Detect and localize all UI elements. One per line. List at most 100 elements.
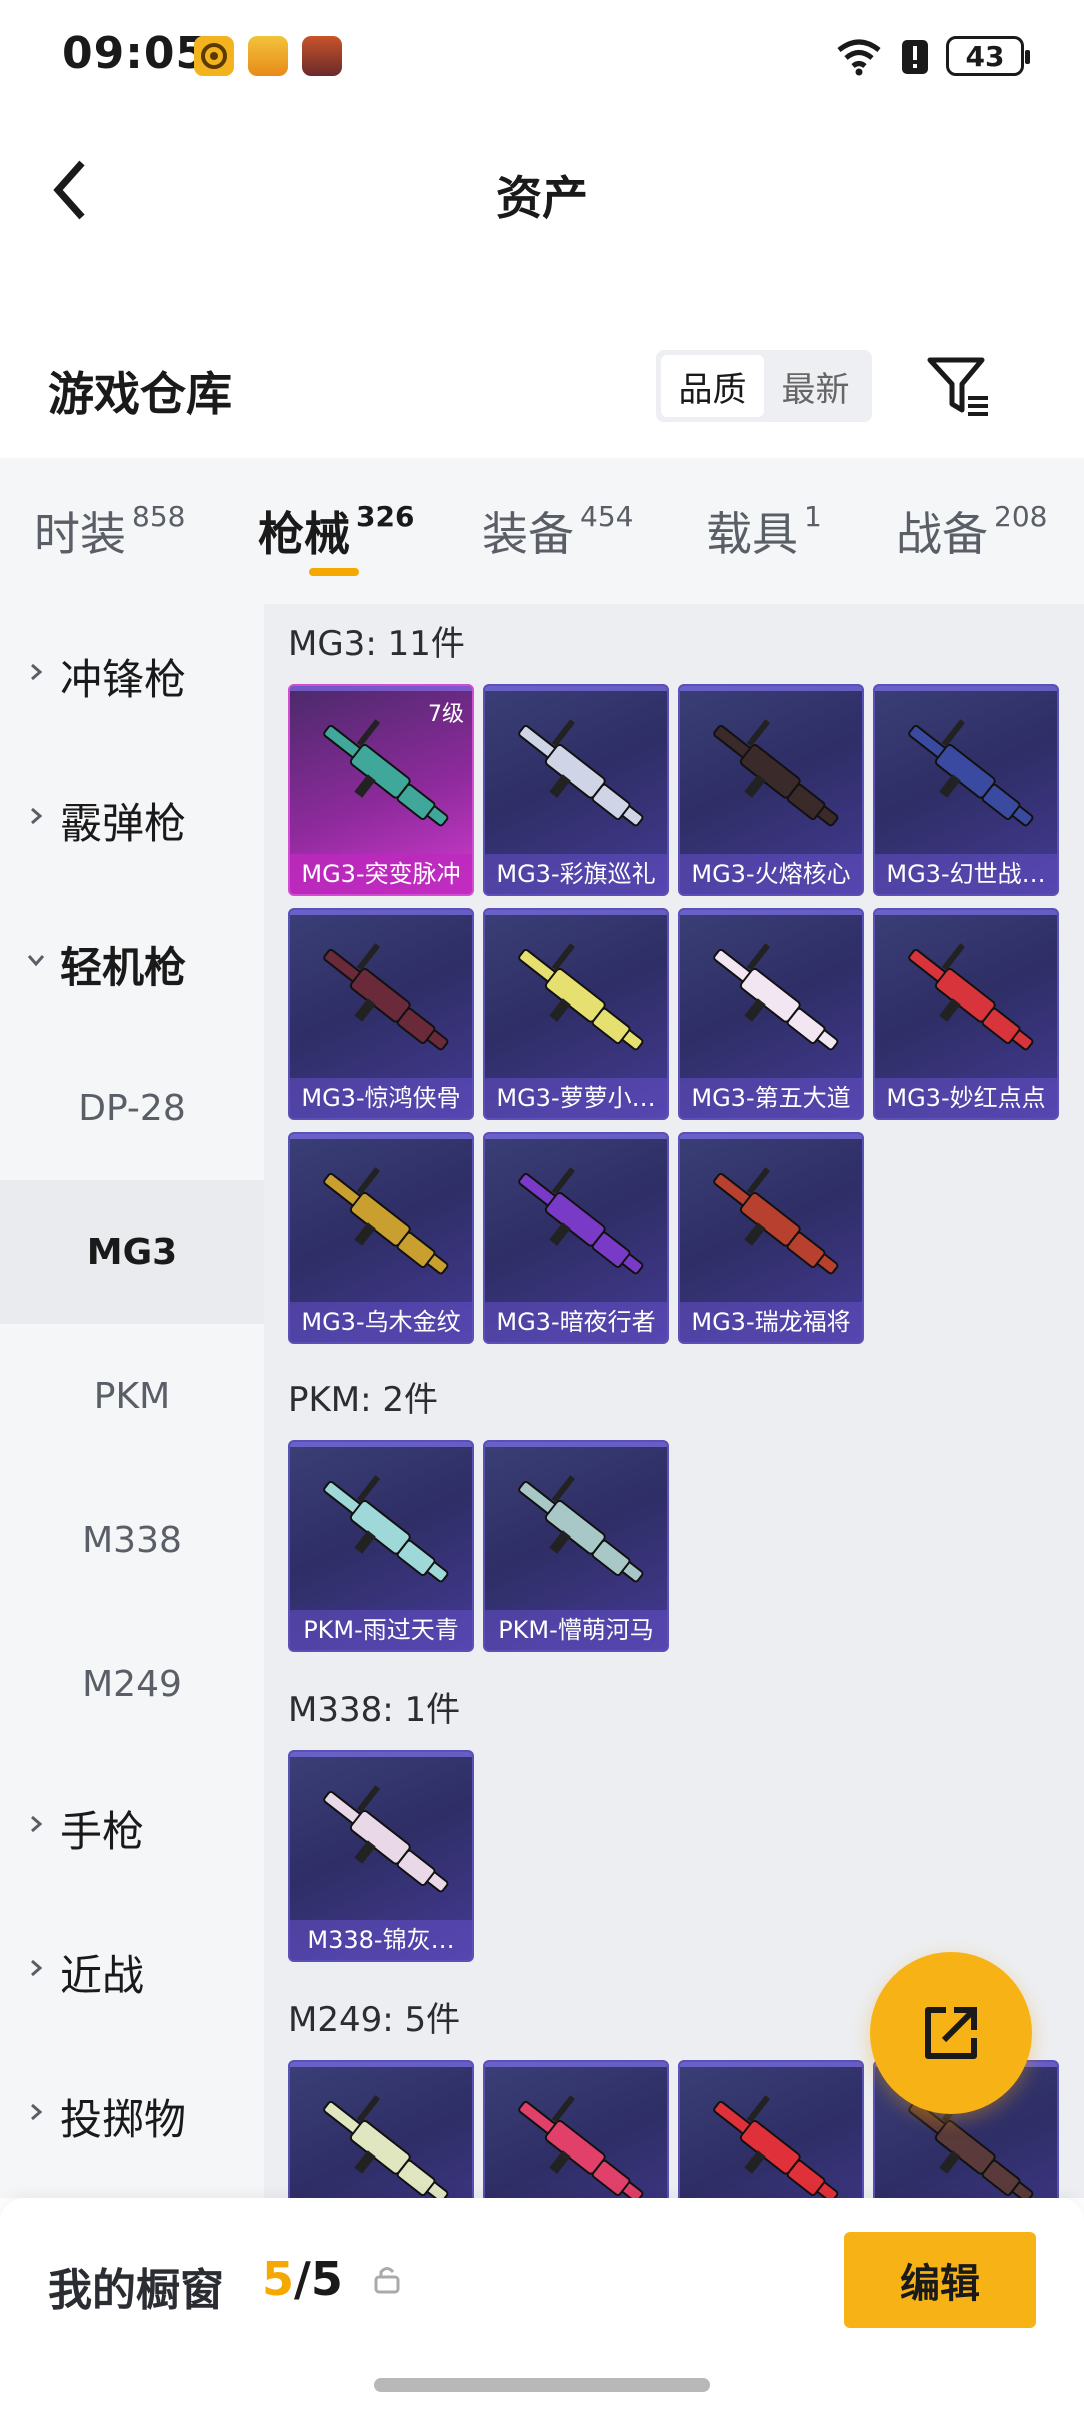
sidebar-item-lmg[interactable]: 轻机枪	[0, 892, 264, 1036]
chevron-right-icon	[31, 1815, 43, 1833]
tab-label: 战备	[896, 507, 988, 561]
showcase-label: 我的橱窗	[48, 2265, 224, 2316]
chevron-right-icon	[31, 663, 43, 681]
sidebar-item-m338[interactable]: M338	[0, 1468, 264, 1612]
skin-name: MG3-火熔核心	[680, 854, 862, 894]
tab-firearms[interactable]: 枪械 326	[258, 498, 414, 564]
skin-card[interactable]: MG3-暗夜行者	[483, 1132, 669, 1344]
showcase-total: /5	[294, 2252, 343, 2306]
home-indicator[interactable]	[374, 2378, 710, 2392]
skin-card[interactable]: MG3-萝萝小…	[483, 908, 669, 1120]
battery-icon: 43	[946, 36, 1030, 76]
category-tabs: 时装 858 枪械 326 装备 454 载具 1 战备 208	[0, 458, 1084, 604]
status-time: 09:05	[62, 28, 208, 79]
sort-toggle: 品质 最新	[656, 350, 872, 422]
skin-card[interactable]	[483, 2060, 669, 2198]
app-notification-icon-1	[194, 36, 234, 76]
sidebar-item-shotgun[interactable]: 霰弹枪	[0, 748, 264, 892]
tab-count: 858	[132, 500, 186, 533]
lock-icon	[374, 2267, 400, 2294]
chevron-right-icon	[31, 2103, 43, 2121]
sidebar-item-label: 投掷物	[60, 2094, 187, 2144]
battery-level: 43	[965, 39, 1005, 73]
tab-label: 载具	[706, 507, 798, 561]
skin-name: MG3-萝萝小…	[485, 1078, 667, 1118]
skin-card[interactable]: MG3-乌木金纹	[288, 1132, 474, 1344]
skin-name: MG3-彩旗巡礼	[485, 854, 667, 894]
sort-newest-option[interactable]: 最新	[764, 355, 867, 417]
skin-name: MG3-暗夜行者	[485, 1302, 667, 1342]
skin-name: MG3-幻世战…	[875, 854, 1057, 894]
weapon-skin-icon	[323, 1167, 449, 1275]
app-notification-icon-2	[248, 36, 288, 76]
page-title: 资产	[496, 171, 588, 225]
tab-count: 208	[994, 500, 1048, 533]
sidebar-item-m249[interactable]: M249	[0, 1612, 264, 1756]
skin-card[interactable]: MG3-第五大道	[678, 908, 864, 1120]
filter-button[interactable]	[924, 352, 994, 422]
weapon-skin-icon	[713, 1167, 839, 1275]
showcase-count: 5/5	[262, 2252, 343, 2306]
active-tab-indicator	[309, 568, 359, 576]
edit-button[interactable]: 编辑	[844, 2232, 1036, 2328]
weapon-skin-icon	[908, 719, 1034, 827]
sidebar-item-smg[interactable]: 冲锋枪	[0, 604, 264, 748]
skin-card[interactable]: PKM-懵萌河马	[483, 1440, 669, 1652]
sidebar-item-label: 轻机枪	[60, 942, 187, 992]
skin-card[interactable]: MG3-惊鸿侠骨	[288, 908, 474, 1120]
skin-card[interactable]: MG3-幻世战…	[873, 684, 1059, 896]
skin-card[interactable]: MG3-妙红点点	[873, 908, 1059, 1120]
weapon-skin-icon	[713, 2095, 839, 2198]
skin-name: MG3-乌木金纹	[290, 1302, 472, 1342]
status-bar: 09:05 43	[0, 0, 1084, 110]
skin-card[interactable]: M338-锦灰…	[288, 1750, 474, 1962]
skin-name: MG3-妙红点点	[875, 1078, 1057, 1118]
group-title: MG3: 11件	[288, 624, 465, 664]
weapon-skin-icon	[713, 943, 839, 1051]
sidebar-item-dp28[interactable]: DP-28	[0, 1036, 264, 1180]
skin-card[interactable]: MG3-瑞龙福将	[678, 1132, 864, 1344]
tab-gear[interactable]: 战备 208	[896, 498, 1047, 564]
skin-card[interactable]	[288, 2060, 474, 2198]
skin-card[interactable]: PKM-雨过天青	[288, 1440, 474, 1652]
showcase-bar: 我的橱窗 5/5 编辑	[0, 2198, 1084, 2412]
filter-icon	[927, 357, 988, 416]
weapon-skin-icon	[323, 1785, 449, 1893]
weapon-skin-icon	[713, 719, 839, 827]
tab-count: 454	[580, 500, 634, 533]
sidebar-item-pistol[interactable]: 手枪	[0, 1756, 264, 1900]
sidebar-item-throwable[interactable]: 投掷物	[0, 2044, 264, 2188]
share-button[interactable]	[870, 1952, 1032, 2114]
weapon-skin-icon	[323, 1475, 449, 1583]
sort-quality-option[interactable]: 品质	[661, 355, 764, 417]
sidebar-item-mg3[interactable]: MG3	[0, 1180, 264, 1324]
sidebar-item-label: 近战	[60, 1950, 145, 2000]
sidebar-item-melee[interactable]: 近战	[0, 1900, 264, 2044]
tab-label: 枪械	[258, 507, 350, 561]
weapon-skin-icon	[323, 943, 449, 1051]
group-title: M338: 1件	[288, 1690, 461, 1730]
warehouse-title: 游戏仓库	[48, 367, 232, 421]
app-notification-icon-3	[302, 36, 342, 76]
tab-equipment[interactable]: 装备 454	[482, 498, 633, 564]
weapon-type-sidebar: 冲锋枪 霰弹枪 轻机枪 DP-28 MG3 PKM M338 M249 手枪 近…	[0, 604, 264, 2198]
weapon-skin-icon	[518, 2095, 644, 2198]
skin-name: PKM-懵萌河马	[485, 1610, 667, 1650]
skin-card[interactable]	[678, 2060, 864, 2198]
share-icon	[925, 2007, 977, 2059]
chevron-right-icon	[31, 807, 43, 825]
tab-vehicles[interactable]: 载具 1	[706, 498, 822, 564]
sidebar-item-label: 冲锋枪	[60, 654, 187, 704]
chevron-down-icon	[27, 955, 45, 967]
skin-card[interactable]: 7级 MG3-突变脉冲	[288, 684, 474, 896]
tab-fashion[interactable]: 时装 858	[34, 498, 185, 564]
group-title: PKM: 2件	[288, 1380, 439, 1420]
skin-name: MG3-瑞龙福将	[680, 1302, 862, 1342]
wifi-icon	[837, 39, 881, 76]
showcase-used: 5	[262, 2252, 295, 2306]
weapon-skin-icon	[518, 1475, 644, 1583]
group-title: M249: 5件	[288, 2000, 461, 2040]
sidebar-item-pkm[interactable]: PKM	[0, 1324, 264, 1468]
skin-card[interactable]: MG3-火熔核心	[678, 684, 864, 896]
skin-card[interactable]: MG3-彩旗巡礼	[483, 684, 669, 896]
